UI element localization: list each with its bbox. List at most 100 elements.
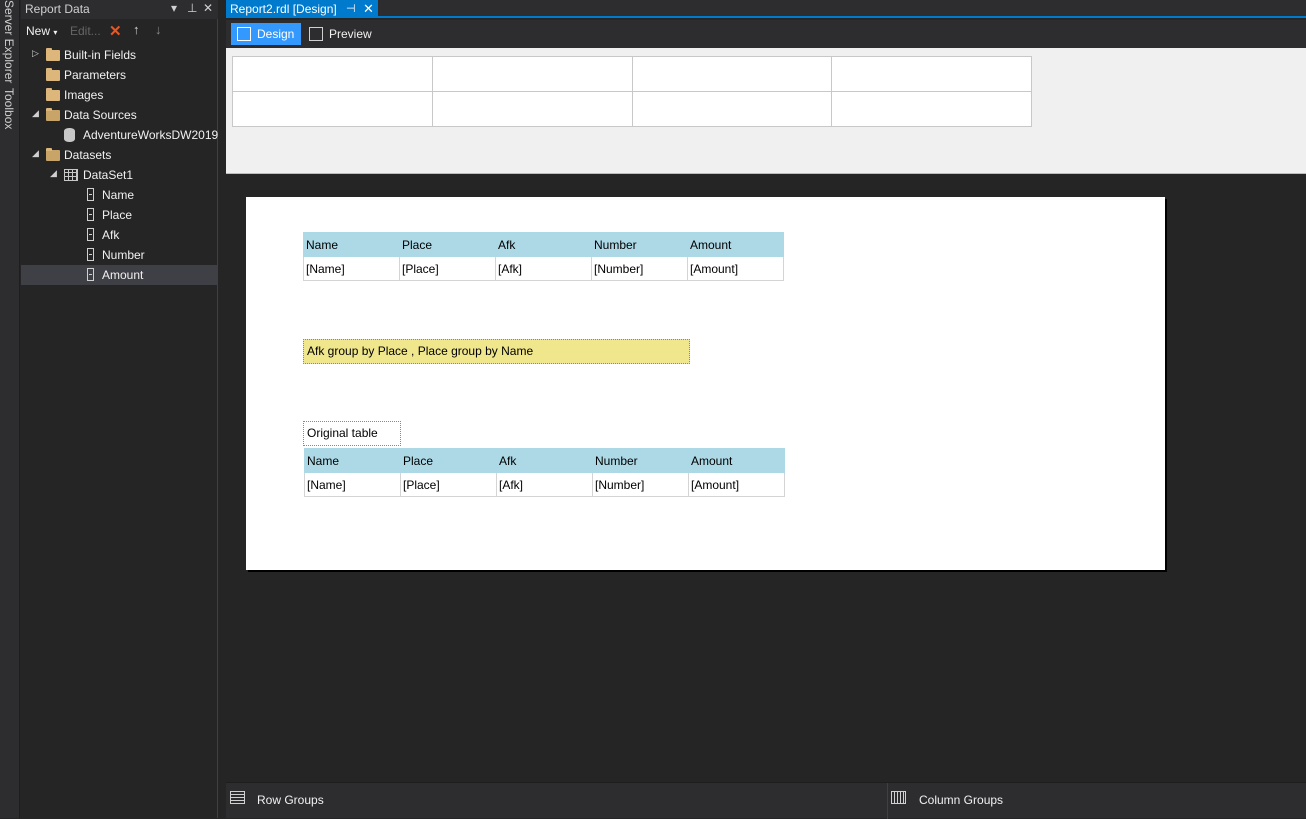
field-icon [87, 228, 94, 241]
detail-cell-name[interactable]: [Name] [303, 256, 400, 281]
design-canvas: Name Place Afk Number Amount [Name] [Pla… [226, 176, 1306, 782]
header-cell-place[interactable]: Place [399, 232, 496, 257]
header-cell-number[interactable]: Number [592, 448, 689, 473]
grouping-pane: Row Groups Column Groups [226, 782, 1306, 819]
column-groups-icon [891, 791, 906, 804]
folder-open-icon [46, 108, 60, 121]
close-icon[interactable]: ✕ [363, 1, 374, 17]
group-description-textbox[interactable]: Afk group by Place , Place group by Name [303, 339, 690, 364]
new-button[interactable]: New ▾ [26, 24, 57, 38]
grouping-divider[interactable] [887, 783, 888, 819]
field-icon [87, 188, 94, 201]
row-groups-label: Row Groups [257, 793, 324, 807]
move-up-icon[interactable]: ↑ [133, 22, 140, 37]
document-tab[interactable]: Report2.rdl [Design] ⊣ ✕ [226, 0, 378, 18]
detail-cell-name[interactable]: [Name] [304, 472, 401, 497]
header-cell-afk[interactable]: Afk [495, 232, 592, 257]
tree-item-field-place[interactable]: Place [21, 205, 218, 225]
original-tablix[interactable]: Name Place Afk Number Amount [Name] [Pla… [304, 448, 785, 497]
panel-toolbar: New ▾ Edit... ✕ ↑ ↓ [21, 19, 218, 43]
server-explorer-tab[interactable]: Server Explorer [2, 0, 16, 83]
tree-label: Place [102, 208, 133, 222]
move-down-icon[interactable]: ↓ [155, 22, 162, 37]
tree-item-datasets[interactable]: ◢ Datasets [21, 145, 218, 165]
header-cell-name[interactable]: Name [304, 448, 401, 473]
header-grid-cell[interactable] [831, 56, 1032, 92]
edit-button[interactable]: Edit... [70, 24, 101, 38]
tree-item-parameters[interactable]: Parameters [21, 65, 218, 85]
tree-label: Datasets [64, 148, 112, 162]
header-grid-cell[interactable] [631, 56, 833, 92]
tree-label: Amount [102, 268, 144, 282]
dataset-grid-icon [64, 169, 78, 181]
detail-cell-afk[interactable]: [Afk] [496, 472, 593, 497]
tree-item-data-sources[interactable]: ◢ Data Sources [21, 105, 218, 125]
detail-cell-afk[interactable]: [Afk] [495, 256, 592, 281]
row-groups-icon [230, 791, 245, 804]
delete-icon[interactable]: ✕ [109, 22, 122, 40]
tree-label: DataSet1 [83, 168, 134, 182]
field-icon [87, 248, 94, 261]
header-grid-cell[interactable] [831, 91, 1032, 127]
header-cell-place[interactable]: Place [400, 448, 497, 473]
document-tab-title: Report2.rdl [Design] [230, 2, 337, 16]
collapse-arrow-icon[interactable]: ◢ [32, 108, 39, 119]
toolbox-tab[interactable]: Toolbox [2, 88, 16, 129]
report-data-panel: Report Data ▾ ⊥ ✕ New ▾ Edit... ✕ ↑ ↓ ▷ … [21, 0, 218, 818]
header-grid [232, 56, 1032, 127]
report-body[interactable]: Name Place Afk Number Amount [Name] [Pla… [246, 197, 1165, 570]
collapse-arrow-icon[interactable]: ◢ [32, 148, 39, 159]
folder-icon [46, 48, 60, 61]
header-grid-cell[interactable] [431, 91, 633, 127]
tree-item-built-in-fields[interactable]: ▷ Built-in Fields [21, 45, 218, 65]
folder-icon [46, 68, 60, 81]
header-cell-amount[interactable]: Amount [688, 448, 785, 473]
column-groups-header[interactable]: Column Groups [891, 783, 1091, 819]
header-grid-row [232, 91, 1032, 127]
tree-label: Number [102, 248, 145, 262]
header-grid-cell[interactable] [232, 56, 433, 92]
design-ruler-icon [237, 27, 251, 41]
pin-icon[interactable]: ⊣ [346, 2, 356, 15]
header-grid-cell[interactable] [232, 91, 433, 127]
preview-tab[interactable]: Preview [303, 23, 375, 45]
tree-item-dataset1[interactable]: ◢ DataSet1 [21, 165, 218, 185]
detail-cell-amount[interactable]: [Amount] [688, 472, 785, 497]
panel-title-bar: Report Data ▾ ⊥ ✕ [21, 0, 218, 19]
tree-item-data-source[interactable]: AdventureWorksDW2019 [21, 125, 218, 145]
grouped-tablix[interactable]: Name Place Afk Number Amount [Name] [Pla… [303, 232, 784, 281]
header-cell-afk[interactable]: Afk [496, 448, 593, 473]
tree-label: Data Sources [64, 108, 137, 122]
tree-item-field-number[interactable]: Number [21, 245, 218, 265]
detail-cell-place[interactable]: [Place] [400, 472, 497, 497]
tree-item-images[interactable]: Images [21, 85, 218, 105]
tree-item-field-afk[interactable]: Afk [21, 225, 218, 245]
chevron-down-icon: ▾ [53, 28, 58, 37]
header-grid-cell[interactable] [631, 91, 833, 127]
page-header-area [226, 48, 1306, 174]
header-grid-cell[interactable] [431, 56, 633, 92]
original-table-caption-textbox[interactable]: Original table [303, 421, 401, 446]
collapse-arrow-icon[interactable]: ◢ [50, 168, 57, 179]
detail-cell-place[interactable]: [Place] [399, 256, 496, 281]
header-cell-number[interactable]: Number [591, 232, 688, 257]
design-tab[interactable]: Design [231, 23, 301, 45]
tree-label: AdventureWorksDW2019 [83, 128, 219, 142]
close-icon[interactable]: ✕ [203, 1, 213, 15]
row-groups-header[interactable]: Row Groups [230, 783, 430, 819]
expand-arrow-icon[interactable]: ▷ [32, 48, 39, 59]
header-cell-name[interactable]: Name [303, 232, 400, 257]
detail-cell-number[interactable]: [Number] [592, 472, 689, 497]
column-groups-label: Column Groups [919, 793, 1004, 807]
tablix-header-row: Name Place Afk Number Amount [304, 448, 785, 473]
tree-item-field-name[interactable]: Name [21, 185, 218, 205]
pin-icon[interactable]: ⊥ [187, 1, 197, 15]
panel-dropdown-icon[interactable]: ▾ [171, 1, 177, 15]
detail-cell-amount[interactable]: [Amount] [687, 256, 784, 281]
header-cell-amount[interactable]: Amount [687, 232, 784, 257]
tree-item-field-amount[interactable]: Amount [21, 265, 218, 285]
detail-cell-number[interactable]: [Number] [591, 256, 688, 281]
tree-label: Name [102, 188, 135, 202]
preview-tab-label: Preview [329, 27, 372, 41]
new-label: New [26, 24, 51, 38]
